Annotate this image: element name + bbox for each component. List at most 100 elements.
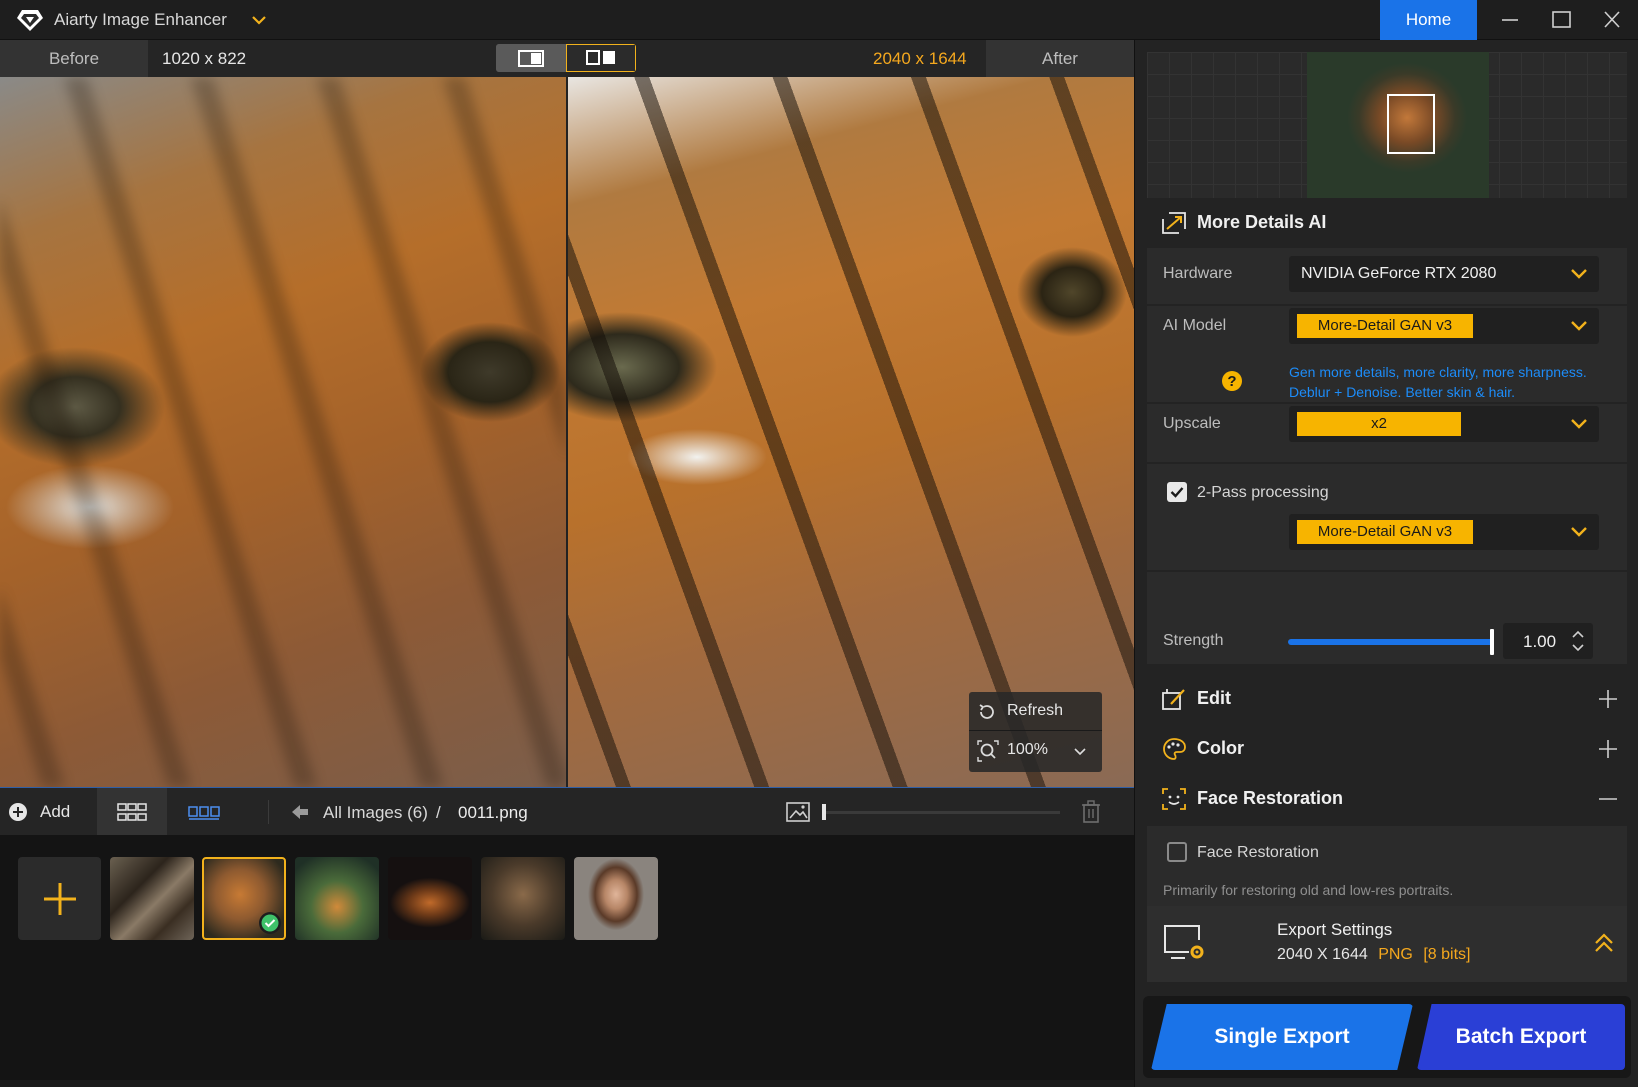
breadcrumb-all-images[interactable]: All Images (6) (323, 803, 428, 823)
compare-header: Before 1020 x 822 2040 x 1644 After (0, 40, 1134, 77)
filmstrip-view-icon[interactable] (188, 804, 220, 820)
thumbnail-tiger[interactable] (202, 857, 286, 940)
strength-slider[interactable] (1288, 639, 1494, 645)
batch-export-button[interactable]: Batch Export (1417, 1004, 1625, 1070)
two-pass-checkbox[interactable] (1167, 482, 1187, 502)
upscale-value: x2 (1297, 412, 1461, 436)
single-view-button[interactable] (496, 44, 566, 72)
spinner-arrows-icon[interactable] (1571, 628, 1585, 654)
section-title: Color (1197, 738, 1244, 758)
after-tab[interactable]: After (986, 40, 1134, 77)
divider (969, 730, 1102, 731)
upscale-select[interactable]: x2 (1289, 406, 1599, 442)
ai-model-desc-line: Gen more details, more clarity, more sha… (1289, 364, 1587, 380)
section-color[interactable]: Color (1135, 724, 1638, 774)
hardware-select[interactable]: NVIDIA GeForce RTX 2080 (1289, 256, 1599, 292)
palette-icon (1163, 738, 1186, 760)
single-export-button[interactable]: Single Export (1151, 1004, 1413, 1070)
chevron-down-icon (1571, 321, 1587, 331)
face-restoration-description: Primarily for restoring old and low-res … (1163, 882, 1454, 898)
strength-value: 1.00 (1523, 632, 1557, 651)
export-settings[interactable]: Export Settings 2040 X 1644 PNG [8 bits] (1147, 906, 1627, 982)
collapse-minus-icon[interactable] (1597, 788, 1619, 810)
plus-icon (44, 883, 76, 915)
after-image[interactable] (567, 77, 1134, 787)
split-view-button[interactable] (566, 44, 636, 72)
compare-divider[interactable] (566, 77, 568, 787)
navigator-preview[interactable] (1147, 52, 1627, 198)
ai-model-select[interactable]: More-Detail GAN v3 (1289, 308, 1599, 344)
section-more-details-ai: More Details AI (1135, 198, 1638, 248)
add-image-tile[interactable] (18, 857, 101, 940)
export-bit-depth: [8 bits] (1423, 946, 1471, 963)
divider (1147, 570, 1627, 572)
before-size: 1020 x 822 (162, 49, 247, 68)
strength-input[interactable]: 1.00 (1503, 623, 1593, 659)
ai-model-desc-line: Deblur + Denoise. Better skin & hair. (1289, 384, 1516, 400)
zoom-level[interactable]: 100% (1007, 741, 1048, 759)
edit-icon (1162, 689, 1185, 710)
refresh-label: Refresh (1007, 702, 1064, 719)
export-format: PNG (1378, 946, 1413, 963)
home-button[interactable]: Home (1380, 0, 1477, 40)
expand-plus-icon[interactable] (1597, 688, 1619, 710)
thumbnail-burger[interactable] (388, 857, 472, 940)
expand-plus-icon[interactable] (1597, 738, 1619, 760)
chevron-up-double-icon[interactable] (1593, 932, 1615, 954)
export-settings-icon (1164, 925, 1204, 959)
refresh-button[interactable]: Refresh (969, 692, 1102, 730)
hardware-label: Hardware (1163, 265, 1233, 282)
before-tab[interactable]: Before (0, 40, 148, 77)
trash-icon[interactable] (1080, 800, 1102, 824)
add-circle-icon[interactable] (8, 802, 28, 822)
thumbnail-strip (0, 835, 1134, 1080)
ai-model-value: More-Detail GAN v3 (1297, 314, 1473, 338)
close-icon[interactable] (1592, 6, 1632, 34)
two-pass-model-select[interactable]: More-Detail GAN v3 (1289, 514, 1599, 550)
view-mode-toggle[interactable] (496, 44, 636, 72)
strength-slider-handle[interactable] (1490, 629, 1494, 655)
ai-model-description: Gen more details, more clarity, more sha… (1289, 362, 1609, 402)
grid-view-tab[interactable] (97, 788, 167, 836)
minimize-icon[interactable] (1490, 6, 1530, 34)
arrow-left-icon[interactable] (290, 803, 310, 821)
two-pass-label[interactable]: 2-Pass processing (1197, 484, 1329, 502)
thumbnail-portrait[interactable] (574, 857, 658, 940)
face-restoration-checkbox-label[interactable]: Face Restoration (1197, 844, 1319, 862)
check-icon (259, 912, 281, 934)
section-face-restoration[interactable]: Face Restoration (1135, 774, 1638, 824)
settings-panel: More Details AI Hardware NVIDIA GeForce … (1134, 40, 1638, 1087)
navigator-viewport-frame[interactable] (1387, 94, 1435, 154)
section-title: Edit (1197, 688, 1231, 708)
thumbnail-size-slider[interactable] (822, 811, 1060, 814)
before-image[interactable] (0, 77, 566, 787)
face-restoration-checkbox[interactable] (1167, 842, 1187, 862)
add-button[interactable]: Add (40, 802, 70, 822)
single-view-icon (518, 50, 544, 67)
section-title: More Details AI (1197, 212, 1327, 232)
app-logo-icon (17, 10, 43, 31)
hardware-value: NVIDIA GeForce RTX 2080 (1301, 265, 1497, 282)
help-icon[interactable]: ? (1221, 370, 1243, 392)
slider-handle[interactable] (822, 804, 826, 820)
thumbnail-butterfly[interactable] (110, 857, 194, 940)
export-settings-title: Export Settings (1277, 920, 1393, 939)
upscale-label: Upscale (1163, 415, 1221, 432)
face-scan-icon (1162, 788, 1186, 810)
ai-settings-box: Hardware NVIDIA GeForce RTX 2080 AI Mode… (1147, 248, 1627, 664)
face-restoration-box: Face Restoration Primarily for restoring… (1147, 826, 1627, 908)
strength-label: Strength (1163, 632, 1224, 649)
thumbnail-dog[interactable] (481, 857, 565, 940)
bottom-toolbar: Add All Images (6) / 0011.png (0, 787, 1134, 836)
zoom-icon[interactable] (977, 740, 999, 762)
thumbnail-terrarium[interactable] (295, 857, 379, 940)
svg-text:?: ? (1227, 373, 1236, 390)
divider (1147, 462, 1627, 464)
chevron-down-icon[interactable] (1073, 744, 1087, 758)
export-spec: 2040 X 1644 PNG [8 bits] (1277, 946, 1470, 964)
section-edit[interactable]: Edit (1135, 674, 1638, 724)
maximize-icon[interactable] (1541, 6, 1581, 34)
chevron-down-icon[interactable] (251, 12, 267, 28)
ai-model-label: AI Model (1163, 317, 1227, 334)
check-icon (1170, 487, 1184, 498)
